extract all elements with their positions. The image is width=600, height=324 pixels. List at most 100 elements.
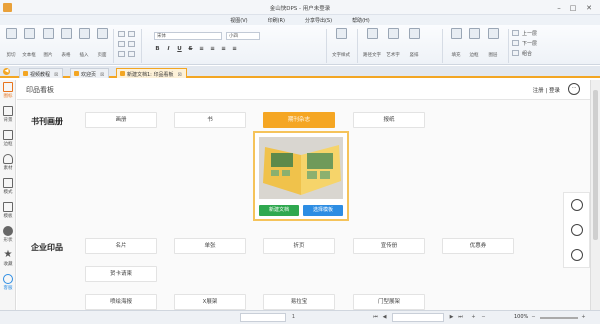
path-text-button[interactable]: 路径文字 [361, 28, 383, 58]
font-size-select[interactable]: 小四 [226, 32, 260, 40]
sidebar-item-border[interactable]: 边框 [0, 130, 16, 147]
table-button[interactable]: 表格 [57, 28, 75, 58]
status-input[interactable] [240, 313, 286, 322]
bring-forward-label[interactable]: 上一层 [522, 30, 537, 37]
category-brochure[interactable]: 宣传册 [353, 238, 425, 254]
chat-bubble-icon[interactable]: ··· [568, 83, 580, 95]
category-magazine[interactable]: 期刊杂志 [263, 112, 335, 128]
sidebar-item-service[interactable]: 客服 [0, 274, 16, 291]
font-family-select[interactable]: 宋体 [154, 32, 222, 40]
close-icon[interactable]: ✕ [580, 0, 598, 15]
sidebar-item-shape[interactable]: 形状 [0, 226, 16, 243]
category-x-stand[interactable]: X展架 [174, 294, 246, 310]
bring-forward-icon[interactable] [512, 30, 519, 36]
tab-new-document[interactable]: 新建文档1: 印品看板 ⊠ [116, 68, 187, 78]
register-link[interactable]: 注册 [533, 88, 544, 94]
sidebar-item-icons[interactable]: 图标 [0, 82, 16, 99]
login-link[interactable]: 登录 [549, 88, 560, 94]
tab-close-icon[interactable]: ⊠ [177, 72, 181, 78]
format-painter-icon[interactable] [128, 51, 135, 57]
tab-doc-icon [120, 71, 125, 76]
sidebar-item-layout[interactable]: 模式 [0, 178, 16, 195]
redo-icon[interactable] [128, 31, 135, 37]
menu-view[interactable]: 视图(V) [220, 15, 257, 25]
group-icon[interactable] [512, 50, 519, 56]
account-links: 注册 | 登录 [533, 86, 560, 94]
tab-prev-icon[interactable]: ◀ [3, 68, 10, 75]
category-book[interactable]: 书 [174, 112, 246, 128]
zoom-in-icon[interactable]: + [580, 314, 587, 321]
text-style-button[interactable]: 文字样式 [330, 28, 352, 58]
vertical-scrollbar[interactable] [590, 80, 600, 310]
tab-close-icon[interactable]: ⊠ [100, 72, 104, 78]
group-label[interactable]: 组合 [522, 50, 532, 57]
justify-icon[interactable]: ≡ [231, 46, 238, 53]
choose-template-button[interactable]: 选择模板 [303, 205, 343, 216]
category-business-card[interactable]: 名片 [85, 238, 157, 254]
layer-button[interactable]: 图层 [484, 28, 502, 58]
first-page-icon[interactable]: ⏮ [372, 314, 379, 321]
service-icon [3, 274, 13, 284]
remove-page-icon[interactable]: − [480, 314, 487, 321]
menu-help[interactable]: 帮助(H) [342, 15, 380, 25]
vertical-text-button[interactable]: 竖排 [404, 28, 424, 58]
sidebar-item-material[interactable]: 素材 [0, 154, 16, 171]
page-button[interactable]: 页面 [93, 28, 111, 58]
sidebar-item-background[interactable]: 背景 [0, 106, 16, 123]
layer-icon [487, 28, 499, 39]
align-left-icon[interactable]: ≡ [198, 46, 205, 53]
maximize-icon[interactable]: □ [566, 0, 580, 15]
category-door-stand[interactable]: 门型展架 [353, 294, 425, 310]
send-backward-icon[interactable] [512, 40, 519, 46]
bold-button[interactable]: B [154, 46, 161, 53]
category-coupon[interactable]: 优惠券 [442, 238, 514, 254]
ribbon-divider [141, 29, 142, 63]
zoom-out-icon[interactable]: − [530, 314, 537, 321]
category-flyer[interactable]: 单张 [174, 238, 246, 254]
sidebar-item-template[interactable]: 模板 [0, 202, 16, 219]
textbox-button[interactable]: 文本框 [20, 28, 38, 58]
add-page-icon[interactable]: + [470, 314, 477, 321]
underline-button[interactable]: U [176, 46, 183, 53]
page-select[interactable] [392, 313, 444, 322]
headset-icon[interactable] [571, 249, 583, 261]
category-poster[interactable]: 喷绘海报 [85, 294, 157, 310]
send-backward-label[interactable]: 下一层 [522, 40, 537, 47]
paste-icon[interactable] [128, 41, 135, 47]
fill-button[interactable]: 填充 [447, 28, 465, 58]
menu-share-export[interactable]: 分享导出(S) [295, 15, 342, 25]
border-button[interactable]: 边框 [465, 28, 483, 58]
art-text-button[interactable]: 艺术字 [383, 28, 403, 58]
category-album[interactable]: 画册 [85, 112, 157, 128]
wechat-icon[interactable] [571, 224, 583, 236]
align-center-icon[interactable]: ≡ [209, 46, 216, 53]
cut-button[interactable]: 剪切 [2, 28, 20, 58]
image-button[interactable]: 图片 [39, 28, 57, 58]
last-page-icon[interactable]: ⏭ [457, 314, 464, 321]
tab-welcome[interactable]: 欢迎页 ⊠ [70, 68, 110, 78]
page-icon [96, 28, 108, 39]
ribbon-divider [508, 29, 509, 63]
scroll-thumb[interactable] [593, 90, 598, 240]
tab-video-tutorial[interactable]: 视频教程 ⊠ [19, 68, 64, 78]
align-right-icon[interactable]: ≡ [220, 46, 227, 53]
category-rollup[interactable]: 易拉宝 [263, 294, 335, 310]
minimize-icon[interactable]: – [552, 0, 566, 15]
category-newspaper[interactable]: 报纸 [353, 112, 425, 128]
category-greeting-card[interactable]: 贺卡请柬 [85, 266, 157, 282]
tab-close-icon[interactable]: ⊠ [54, 72, 58, 78]
category-folding[interactable]: 折页 [263, 238, 335, 254]
next-page-icon[interactable]: ▶ [448, 314, 455, 321]
sidebar-item-favorite[interactable]: ★ 收藏 [0, 250, 16, 268]
zoom-slider[interactable] [540, 317, 578, 319]
copy-icon[interactable] [118, 41, 125, 47]
insert-button[interactable]: 插入 [75, 28, 93, 58]
delete-icon[interactable] [118, 51, 125, 57]
qq-icon[interactable] [571, 199, 583, 211]
new-document-button[interactable]: 新建文档 [259, 205, 299, 216]
undo-icon[interactable] [118, 31, 125, 37]
italic-button[interactable]: I [165, 46, 172, 53]
prev-page-icon[interactable]: ◀ [381, 314, 388, 321]
strike-button[interactable]: S [187, 46, 194, 53]
menu-print[interactable]: 印刷(R) [258, 15, 295, 25]
